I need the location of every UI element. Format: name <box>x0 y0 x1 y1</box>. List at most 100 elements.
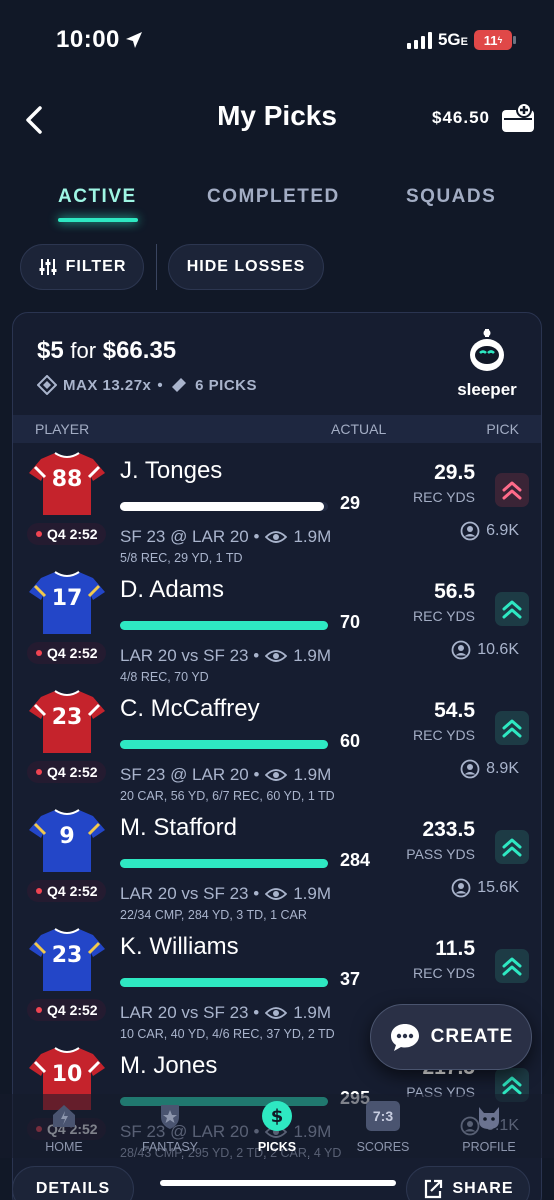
jersey-icon: 9 <box>27 808 107 874</box>
pick-line: 29.5 <box>434 461 475 484</box>
sleeper-name: sleeper <box>457 380 517 399</box>
signal-icon <box>406 31 432 49</box>
status-right: 5GE 11 ϟ <box>406 30 516 50</box>
pick-row[interactable]: 23 Q4 2:52 C. McCaffrey 60 SF 23 @ LAR 20 • 1… <box>13 683 541 803</box>
pick-category: REC YDS <box>413 965 475 981</box>
picks-count: 6 PICKS <box>195 376 258 394</box>
game-score: LAR 20 vs SF 23 • <box>120 884 260 903</box>
progress-fill <box>120 859 328 868</box>
view-count: 1.9M <box>293 646 331 665</box>
tabbar-fantasy-label: FANTASY <box>141 1140 199 1154</box>
pick-row[interactable]: 17 Q4 2:52 D. Adams 70 LAR 20 vs SF 23 • 1.9M… <box>13 564 541 684</box>
tab-completed[interactable]: COMPLETED <box>207 186 340 208</box>
progress-track <box>120 502 328 511</box>
entry-amount: $5 for $66.35 <box>37 337 177 364</box>
game-clock: Q4 2:52 <box>27 642 106 664</box>
pick-popularity: 6.9K <box>460 521 519 541</box>
player-name[interactable]: M. Stafford <box>120 814 237 842</box>
pick-direction-button[interactable] <box>495 830 529 864</box>
filter-bar: FILTER HIDE LOSSES <box>0 244 554 294</box>
game-clock: Q4 2:52 <box>27 523 106 545</box>
filter-button[interactable]: FILTER <box>20 244 144 290</box>
details-button[interactable]: DETAILS <box>12 1166 134 1200</box>
player-name[interactable]: M. Jones <box>120 1052 217 1080</box>
picks-icon: $ <box>262 1101 292 1131</box>
pick-direction-button[interactable] <box>495 949 529 983</box>
sleeper-mascot-icon <box>470 329 504 371</box>
player-name[interactable]: J. Tonges <box>120 457 222 485</box>
top-bar: My Picks $46.50 <box>0 90 554 150</box>
progress-track <box>120 859 328 868</box>
tab-active-underline <box>58 218 138 222</box>
tabbar-home-label: HOME <box>45 1140 83 1154</box>
multiplier-icon <box>37 375 57 395</box>
game-info: LAR 20 vs SF 23 • 1.9M <box>120 884 331 904</box>
hide-losses-button[interactable]: HIDE LOSSES <box>168 244 324 290</box>
tabbar-picks[interactable]: $ PICKS <box>232 1098 322 1154</box>
create-button[interactable]: CREATE <box>370 1004 532 1070</box>
jersey-icon: 88 <box>27 451 107 517</box>
double-chevron-up-icon <box>502 481 522 500</box>
pick-direction-button-red[interactable] <box>495 473 529 507</box>
game-score: SF 23 @ LAR 20 • <box>120 527 260 546</box>
player-name[interactable]: K. Williams <box>120 933 239 961</box>
tab-squads[interactable]: SQUADS <box>406 186 496 208</box>
share-icon <box>425 1179 443 1199</box>
jersey-number: 88 <box>51 467 83 492</box>
pick-direction-button[interactable] <box>495 592 529 626</box>
player-name[interactable]: D. Adams <box>120 576 224 604</box>
actual-value: 29 <box>340 493 361 513</box>
svg-text:$: $ <box>271 1106 284 1127</box>
pick-row[interactable]: 9 Q4 2:52 M. Stafford 284 LAR 20 vs SF 23 • 1… <box>13 802 541 922</box>
view-count: 1.9M <box>293 884 331 903</box>
stat-line: 4/8 REC, 70 YD <box>120 670 209 684</box>
tabbar-fantasy[interactable]: FANTASY <box>125 1098 215 1154</box>
double-chevron-up-icon <box>502 838 522 857</box>
progress-track <box>120 621 328 630</box>
pick-category: REC YDS <box>413 727 475 743</box>
tabbar-scores[interactable]: 7:3 SCORES <box>338 1098 428 1154</box>
pick-line: 233.5 <box>422 818 475 841</box>
actual-value: 70 <box>340 612 361 632</box>
meta-separator: • <box>157 376 164 394</box>
jersey-number: 17 <box>51 586 83 611</box>
double-chevron-up-icon <box>502 957 522 976</box>
eye-icon <box>265 650 288 662</box>
jersey-number: 9 <box>59 824 75 849</box>
user-icon <box>460 521 480 541</box>
pick-category: REC YDS <box>413 608 475 624</box>
status-time: 10:00 <box>56 26 120 53</box>
bottom-tab-bar: HOME FANTASY $ PICKS 7:3 SCORES PROFILE <box>0 1094 554 1158</box>
game-info: LAR 20 vs SF 23 • 1.9M <box>120 646 331 666</box>
entry-meta: MAX 13.27x • 6 PICKS <box>37 375 257 395</box>
pick-popularity-count: 15.6K <box>477 879 519 896</box>
network-label: 5GE <box>437 30 468 49</box>
balance[interactable]: $46.50 <box>432 108 490 128</box>
game-info: LAR 20 vs SF 23 • 1.9M <box>120 1003 331 1023</box>
column-header: PLAYER ACTUAL PICK <box>13 415 541 443</box>
stat-line: 20 CAR, 56 YD, 6/7 REC, 60 YD, 1 TD <box>120 789 335 803</box>
double-chevron-up-icon <box>502 719 522 738</box>
jersey-icon: 23 <box>27 689 107 755</box>
jersey-icon: 17 <box>27 570 107 636</box>
pick-direction-button[interactable] <box>495 711 529 745</box>
eye-icon <box>265 1007 288 1019</box>
actual-value: 37 <box>340 969 361 989</box>
share-button[interactable]: SHARE <box>406 1166 530 1200</box>
game-score: LAR 20 vs SF 23 • <box>120 1003 260 1022</box>
col-pick: PICK <box>486 421 519 437</box>
player-name[interactable]: C. McCaffrey <box>120 695 260 723</box>
stat-line: 22/34 CMP, 284 YD, 3 TD, 1 CAR <box>120 908 307 922</box>
jersey-icon: 23 <box>27 927 107 993</box>
tabbar-picks-label: PICKS <box>257 1140 297 1154</box>
jersey-number: 10 <box>51 1062 83 1087</box>
tabbar-home[interactable]: HOME <box>19 1098 109 1154</box>
pick-popularity: 15.6K <box>451 878 519 898</box>
wallet-icon[interactable] <box>500 102 538 134</box>
pick-popularity: 8.9K <box>460 759 519 779</box>
status-bar: 10:00 5GE 11 ϟ <box>0 0 554 80</box>
tabbar-profile[interactable]: PROFILE <box>444 1098 534 1154</box>
pick-row[interactable]: 88 Q4 2:52 J. Tonges 29 SF 23 @ LAR 20 • 1.9M… <box>13 445 541 565</box>
game-clock: Q4 2:52 <box>27 880 106 902</box>
tab-active[interactable]: ACTIVE <box>58 186 137 208</box>
